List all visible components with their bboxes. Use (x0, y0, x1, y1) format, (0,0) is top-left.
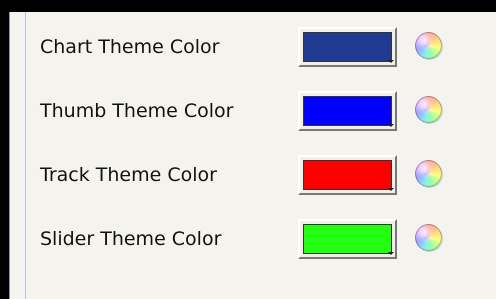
track-theme-color-button[interactable] (298, 155, 397, 195)
chart-theme-color-row: Chart Theme Color (10, 27, 496, 67)
dropdown-arrow-icon (388, 252, 394, 255)
thumb-theme-color-button[interactable] (298, 91, 397, 131)
chart-theme-color-swatch (303, 32, 392, 62)
track-theme-color-row: Track Theme Color (10, 155, 496, 195)
slider-theme-color-swatch (303, 224, 392, 254)
theme-color-panel: Chart Theme Color Thumb Theme Color Trac… (9, 12, 496, 299)
color-wheel-icon[interactable] (415, 96, 442, 123)
track-theme-color-swatch (303, 160, 392, 190)
dropdown-arrow-icon (388, 124, 394, 127)
dropdown-arrow-icon (388, 60, 394, 63)
color-wheel-icon[interactable] (415, 160, 442, 187)
thumb-theme-color-swatch (303, 96, 392, 126)
track-theme-color-label: Track Theme Color (40, 164, 217, 186)
thumb-theme-color-row: Thumb Theme Color (10, 91, 496, 131)
thumb-theme-color-label: Thumb Theme Color (40, 100, 234, 122)
color-wheel-icon[interactable] (415, 224, 442, 251)
color-wheel-icon[interactable] (415, 32, 442, 59)
slider-theme-color-row: Slider Theme Color (10, 219, 496, 259)
slider-theme-color-button[interactable] (298, 219, 397, 259)
chart-theme-color-label: Chart Theme Color (40, 36, 220, 58)
slider-theme-color-label: Slider Theme Color (40, 228, 222, 250)
chart-theme-color-button[interactable] (298, 27, 397, 67)
dropdown-arrow-icon (388, 188, 394, 191)
